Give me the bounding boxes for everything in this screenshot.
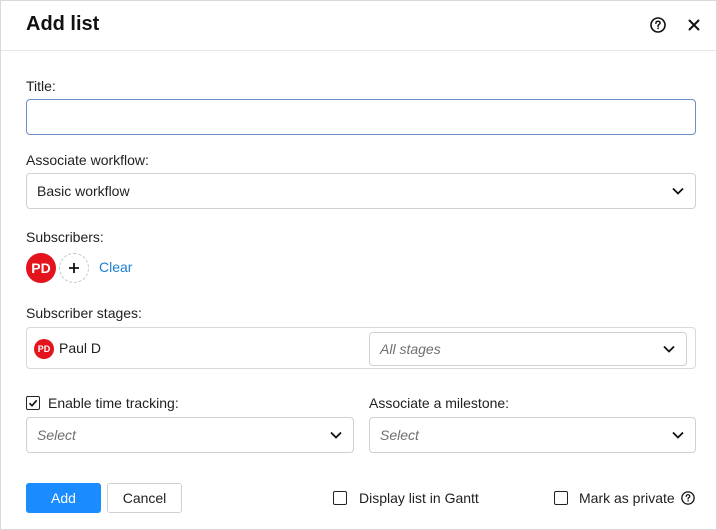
milestone-label: Associate a milestone: — [369, 395, 510, 411]
gantt-checkbox[interactable] — [333, 491, 347, 505]
subscriber-name: Paul D — [59, 340, 102, 356]
milestone-select[interactable]: Select — [369, 417, 696, 453]
dialog-header — [1, 1, 716, 51]
time-tracking-select-placeholder: Select — [37, 427, 76, 443]
add-subscriber-button[interactable] — [59, 253, 89, 283]
chevron-down-icon — [662, 342, 676, 356]
chevron-down-icon — [329, 428, 343, 442]
plus-icon — [69, 263, 79, 273]
time-tracking-label: Enable time tracking: — [48, 395, 179, 411]
help-circle-icon — [650, 17, 666, 33]
subscribers-label: Subscribers: — [26, 229, 104, 245]
subscriber-stages-label: Subscriber stages: — [26, 305, 142, 321]
workflow-select[interactable]: Basic workflow — [26, 173, 696, 209]
avatar[interactable]: PD — [26, 253, 56, 283]
cancel-button[interactable]: Cancel — [107, 483, 182, 513]
close-button[interactable] — [684, 15, 704, 35]
private-checkbox[interactable] — [554, 491, 568, 505]
dialog-title: Add list — [26, 13, 100, 35]
add-list-dialog: Add list Title: Associate workflow: Basi… — [0, 0, 717, 530]
add-button[interactable]: Add — [26, 483, 101, 513]
private-help-button[interactable] — [681, 491, 695, 505]
title-input[interactable] — [26, 99, 696, 135]
check-icon — [28, 399, 38, 407]
workflow-label: Associate workflow: — [26, 152, 149, 168]
stages-select[interactable]: All stages — [369, 332, 687, 366]
chevron-down-icon — [671, 428, 685, 442]
help-circle-icon — [681, 491, 695, 505]
title-label: Title: — [26, 78, 56, 94]
time-tracking-select[interactable]: Select — [26, 417, 354, 453]
clear-subscribers-link[interactable]: Clear — [99, 259, 132, 275]
avatar: PD — [34, 339, 54, 359]
stages-select-placeholder: All stages — [380, 341, 441, 357]
milestone-select-placeholder: Select — [380, 427, 419, 443]
private-label: Mark as private — [579, 490, 675, 506]
gantt-label: Display list in Gantt — [359, 490, 479, 506]
time-tracking-checkbox[interactable] — [26, 396, 40, 410]
help-button[interactable] — [648, 15, 668, 35]
workflow-select-value: Basic workflow — [37, 183, 130, 199]
close-icon — [688, 19, 700, 31]
chevron-down-icon — [671, 184, 685, 198]
